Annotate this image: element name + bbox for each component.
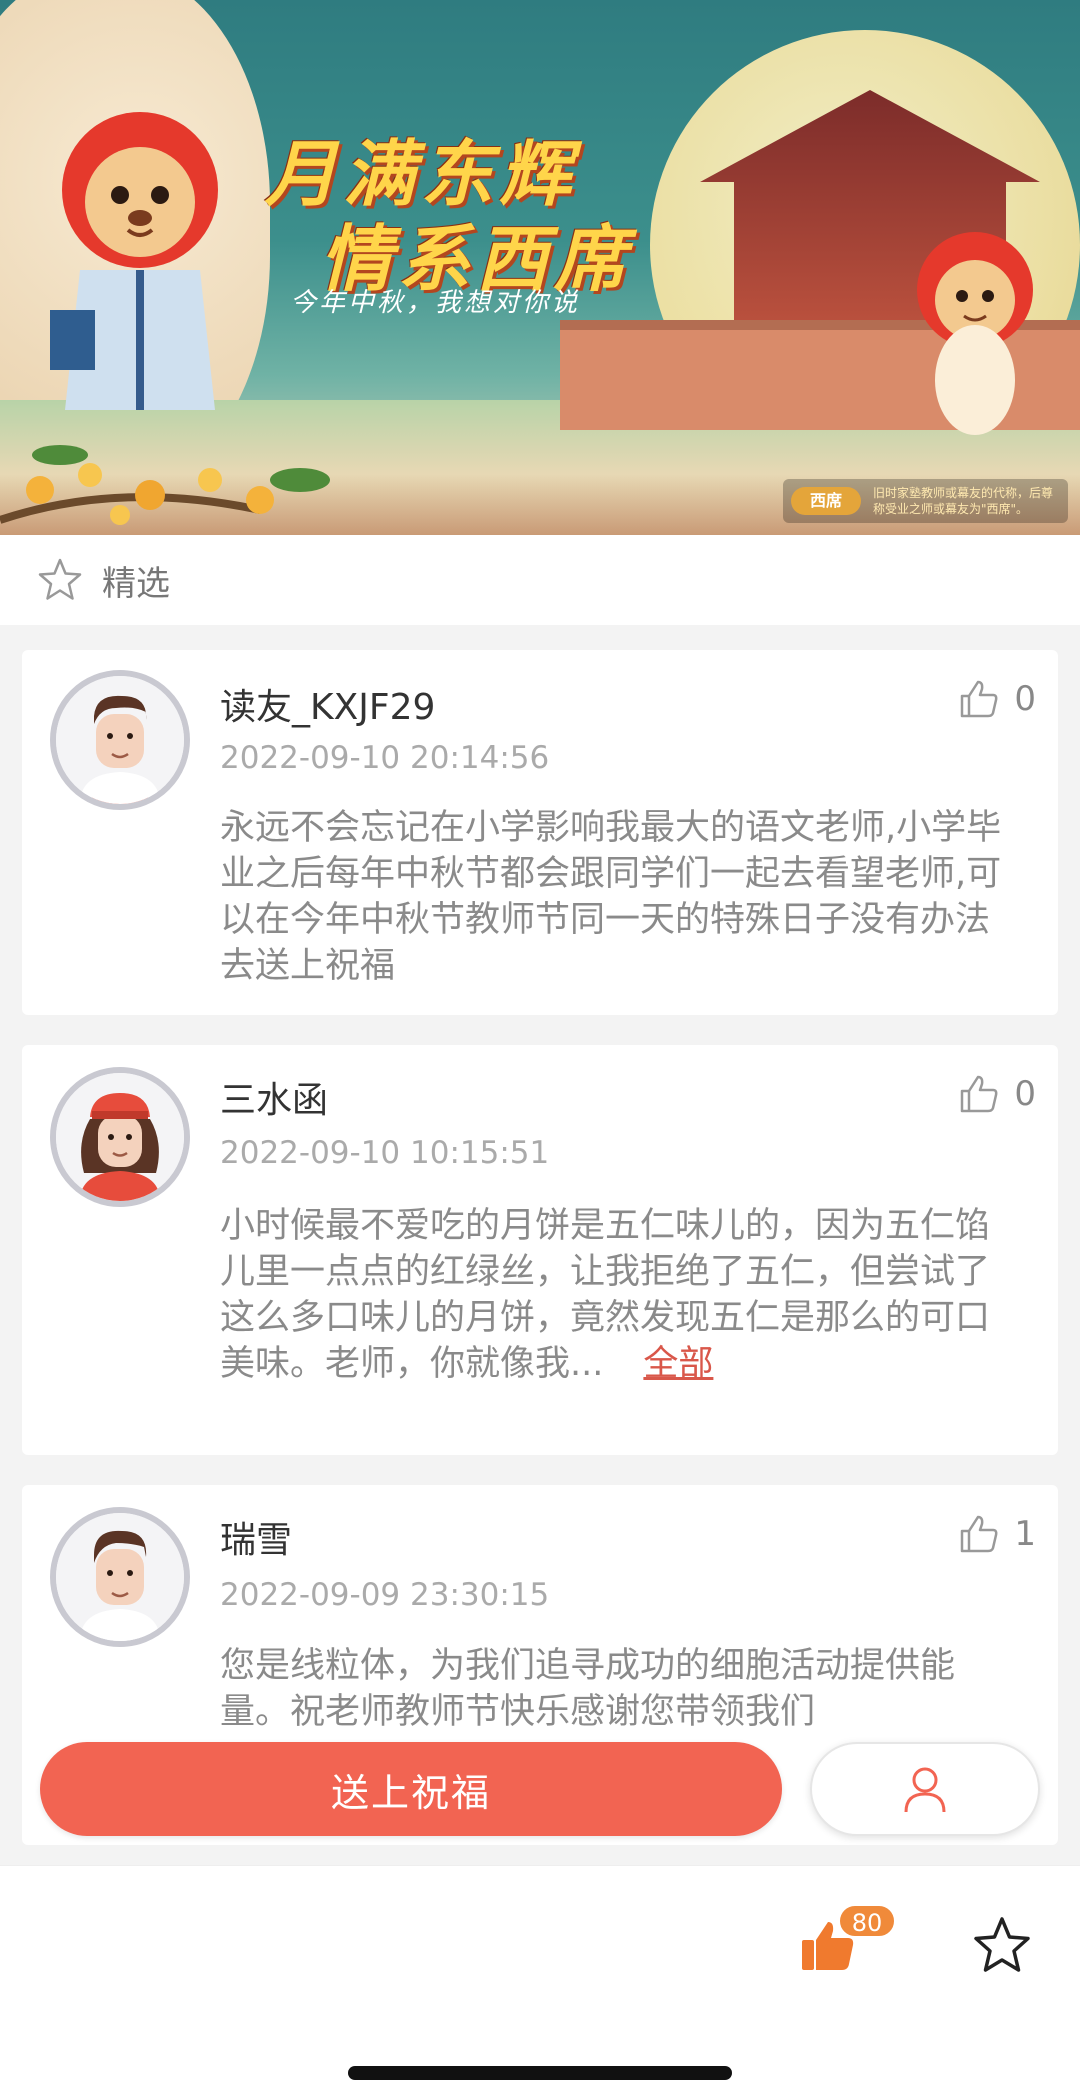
event-banner[interactable]: 月满东辉 情系西席 今年中秋，我想对你说 西席 旧时家塾教师或幕友的代称，后尊称… bbox=[0, 0, 1080, 535]
comment-time: 2022-09-10 10:15:51 bbox=[220, 1135, 550, 1171]
avatar[interactable] bbox=[50, 1507, 190, 1647]
user-icon bbox=[904, 1767, 946, 1813]
comment-card: 三水函 0 2022-09-10 10:15:51 小时候最不爱吃的月饼是五仁味… bbox=[22, 1045, 1058, 1455]
avatar[interactable] bbox=[50, 1067, 190, 1207]
thumbs-up-icon bbox=[961, 680, 998, 718]
like-total-badge: 80 bbox=[838, 1904, 896, 1938]
like-button[interactable]: 1 bbox=[956, 1511, 1036, 1557]
avatar[interactable] bbox=[50, 670, 190, 810]
thumbs-up-icon bbox=[961, 1075, 998, 1113]
section-label: 精选 bbox=[102, 563, 170, 604]
featured-section-header: 精选 bbox=[0, 535, 1080, 625]
show-all-link[interactable]: 全部 bbox=[643, 1344, 713, 1384]
comment-author: 读友_KXJF29 bbox=[220, 687, 436, 728]
like-count: 0 bbox=[1014, 679, 1036, 719]
like-button[interactable]: 0 bbox=[956, 676, 1036, 722]
comment-content: 永远不会忘记在小学影响我最大的语文老师,小学毕业之后每年中秋节都会跟同学们一起去… bbox=[220, 808, 1002, 986]
comment-text: 小时候最不爱吃的月饼是五仁味儿的，因为五仁馅儿里一点点的红绿丝，让我拒绝了五仁，… bbox=[220, 1206, 991, 1384]
banner-footnote: 西席 旧时家塾教师或幕友的代称，后尊称受业之师或幕友为"西席"。 bbox=[783, 479, 1068, 523]
star-outline-icon bbox=[38, 558, 82, 600]
like-count: 1 bbox=[1014, 1514, 1036, 1554]
bottom-bar: 80 bbox=[0, 1865, 1080, 2100]
comment-author: 瑞雪 bbox=[220, 1520, 293, 1561]
avatar-male-icon bbox=[56, 676, 184, 804]
home-indicator bbox=[348, 2066, 732, 2080]
comment-card: 读友_KXJF29 0 2022-09-10 20:14:56 永远不会忘记在小… bbox=[22, 650, 1058, 1015]
lion-mascot-flying bbox=[917, 232, 1033, 435]
avatar-male-icon bbox=[56, 1513, 184, 1641]
comment-time: 2022-09-09 23:30:15 bbox=[220, 1577, 550, 1613]
page: 月满东辉 情系西席 今年中秋，我想对你说 西席 旧时家塾教师或幕友的代称，后尊称… bbox=[0, 0, 1080, 2100]
comment-author: 三水函 bbox=[220, 1080, 329, 1121]
like-button[interactable]: 0 bbox=[956, 1071, 1036, 1117]
like-count: 0 bbox=[1014, 1074, 1036, 1114]
banner-footnote-tag: 西席 bbox=[791, 487, 861, 515]
banner-osmanthus-flowers bbox=[0, 445, 330, 525]
comment-content: 小时候最不爱吃的月饼是五仁味儿的，因为五仁馅儿里一点点的红绿丝，让我拒绝了五仁，… bbox=[220, 1203, 1020, 1387]
lion-mascot-scholar bbox=[50, 112, 218, 410]
comment-content: 您是线粒体，为我们追寻成功的细胞活动提供能量。祝老师教师节快乐感谢您带领我们 bbox=[220, 1646, 956, 1732]
banner-subtitle: 今年中秋，我想对你说 bbox=[290, 288, 581, 318]
thumbs-up-icon bbox=[961, 1515, 998, 1553]
send-blessing-button[interactable]: 送上祝福 bbox=[40, 1742, 782, 1836]
banner-footnote-text: 旧时家塾教师或幕友的代称，后尊称受业之师或幕友为"西席"。 bbox=[873, 486, 1054, 516]
avatar-female-icon bbox=[56, 1073, 184, 1201]
profile-button[interactable] bbox=[810, 1742, 1040, 1836]
star-favorite-icon[interactable] bbox=[970, 1914, 1034, 1978]
comment-time: 2022-09-10 20:14:56 bbox=[220, 740, 550, 776]
